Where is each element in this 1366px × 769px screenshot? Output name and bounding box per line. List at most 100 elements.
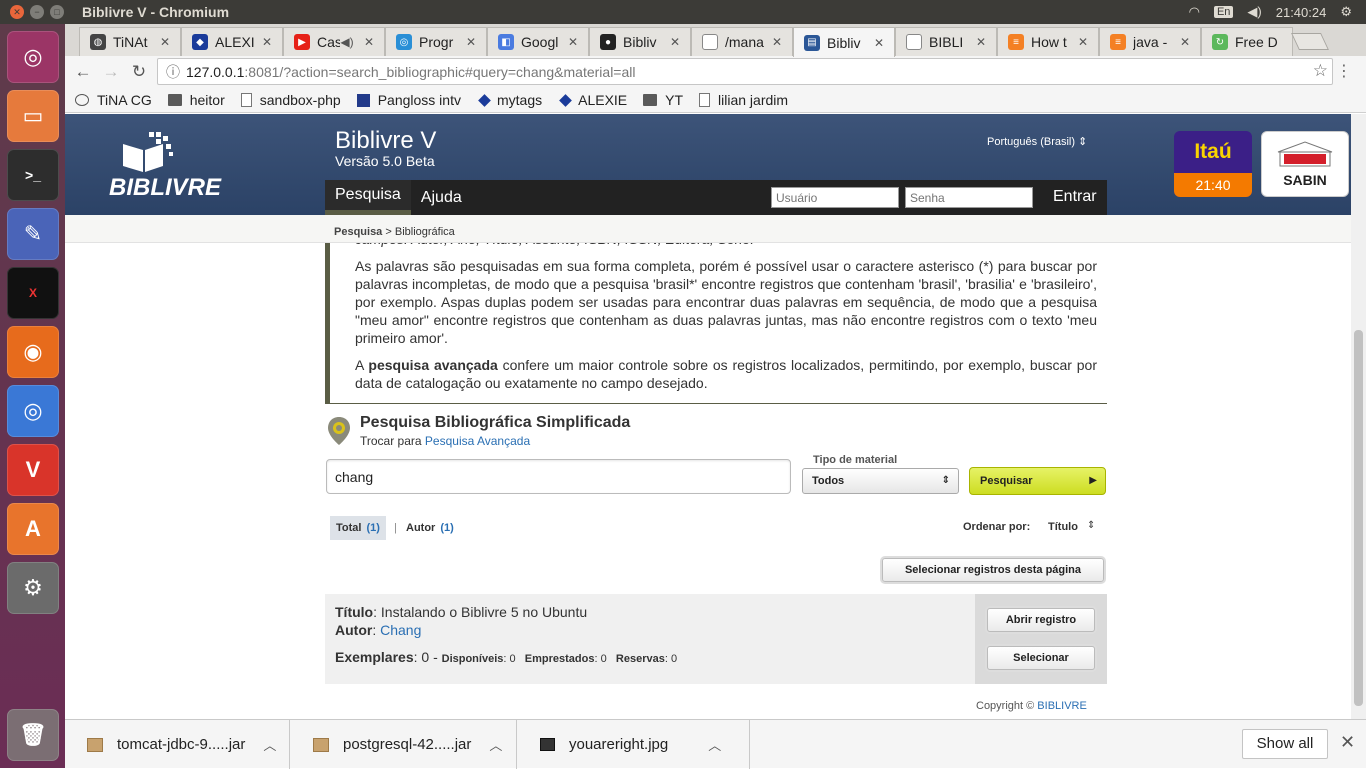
tab-active[interactable]: ▤ Bibliv ✕ — [793, 27, 895, 57]
bookmark-item[interactable]: mytags — [477, 92, 542, 108]
reload-icon[interactable]: ↻ — [125, 62, 153, 82]
vivaldi-icon[interactable]: V — [7, 444, 59, 496]
username-input[interactable] — [771, 187, 899, 208]
info-icon[interactable]: ⓘ — [166, 62, 180, 82]
download-item[interactable]: tomcat-jdbc-9.....jar ︿ — [65, 720, 290, 769]
tab[interactable]: ◍ TiNAt ✕ — [79, 27, 181, 56]
material-type-label: Tipo de material — [813, 454, 898, 466]
download-item[interactable]: postgresql-42.....jar ︿ — [291, 720, 517, 769]
chevron-up-icon[interactable]: ︿ — [708, 735, 721, 754]
text-editor-icon[interactable]: ✎ — [7, 208, 59, 260]
scrollbar-thumb[interactable] — [1354, 330, 1363, 706]
bookmark-folder[interactable]: heitor — [167, 92, 225, 108]
tab-close-icon[interactable]: ✕ — [872, 36, 886, 50]
tab[interactable]: ◆ ALEXI ✕ — [181, 27, 283, 56]
tab[interactable]: ● Bibliv ✕ — [589, 27, 691, 56]
select-record-button[interactable]: Selecionar — [987, 646, 1095, 670]
tab-close-icon[interactable]: ✕ — [1076, 35, 1090, 49]
tab[interactable]: BIBLI ✕ — [895, 27, 997, 56]
show-all-downloads-button[interactable]: Show all — [1242, 729, 1328, 759]
sort-select[interactable]: Título — [1048, 521, 1078, 533]
forward-arrow-icon[interactable]: → — [97, 62, 125, 82]
close-icon[interactable]: ✕ — [1340, 732, 1355, 753]
wifi-icon[interactable]: ◠ — [1189, 4, 1200, 20]
breadcrumb-current: Bibliográfica — [394, 226, 455, 238]
settings-gear-icon[interactable]: ⚙ — [1340, 4, 1352, 20]
software-center-icon[interactable]: A — [7, 503, 59, 555]
nav-help[interactable]: Ajuda — [411, 180, 472, 215]
window-maximize-button[interactable]: □ — [50, 5, 64, 19]
ubuntu-dash-icon[interactable]: ◎ — [7, 31, 59, 83]
xterm-icon[interactable]: X — [7, 267, 59, 319]
nav-search[interactable]: Pesquisa — [325, 180, 411, 215]
facet-total[interactable]: Total (1) — [330, 516, 386, 540]
facet-author[interactable]: Autor (1) — [406, 516, 454, 540]
search-input[interactable] — [326, 459, 791, 494]
biblivre-link[interactable]: BIBLIVRE — [1037, 700, 1087, 712]
volume-icon[interactable]: ◀) — [1247, 4, 1261, 20]
itau-badge[interactable]: Itaú 21:40 — [1174, 131, 1252, 197]
tab[interactable]: ◎ Progr ✕ — [385, 27, 487, 56]
page-icon — [699, 93, 711, 107]
tab[interactable]: ◧ Googl ✕ — [487, 27, 589, 56]
tab-close-icon[interactable]: ✕ — [158, 35, 172, 49]
chevron-up-icon[interactable]: ︿ — [489, 735, 502, 754]
material-type-select[interactable]: Todos ⇕ — [802, 468, 959, 494]
terminal-icon[interactable]: >_ — [7, 149, 59, 201]
book-logo-icon — [123, 132, 173, 172]
trash-icon[interactable]: 🗑 — [7, 709, 59, 761]
result-copies: Exemplares: 0 - Disponíveis: 0 Emprestad… — [335, 649, 678, 665]
tab-close-icon[interactable]: ✕ — [770, 35, 784, 49]
keyboard-layout-indicator[interactable]: En — [1213, 6, 1234, 18]
open-record-button[interactable]: Abrir registro — [987, 608, 1095, 632]
window-minimize-button[interactable]: − — [30, 5, 44, 19]
copyright: Copyright © BIBLIVRE — [976, 700, 1087, 712]
alexie-icon — [478, 93, 491, 107]
bookmark-item[interactable]: sandbox-php — [240, 92, 341, 108]
biblivre-logo[interactable]: BIBLIVRE — [109, 130, 221, 201]
tab[interactable]: ≡ How t ✕ — [997, 27, 1099, 56]
tab-close-icon[interactable]: ✕ — [464, 35, 478, 49]
tab[interactable]: ▶ Cas ◀) ✕ — [283, 27, 385, 56]
tab-close-icon[interactable]: ✕ — [1178, 35, 1192, 49]
bookmark-item[interactable]: TiNA CG — [75, 92, 152, 108]
back-arrow-icon[interactable]: ← — [69, 62, 97, 82]
tab[interactable]: ↻ Free D — [1201, 27, 1293, 56]
page-scrollbar[interactable] — [1351, 114, 1366, 719]
firefox-icon[interactable]: ◉ — [7, 326, 59, 378]
chevron-up-icon[interactable]: ︿ — [263, 735, 276, 754]
download-item[interactable]: youareright.jpg ︿ — [518, 720, 750, 769]
language-select[interactable]: Português (Brasil) ⇕ — [987, 135, 1087, 148]
sabin-badge[interactable]: SABIN — [1261, 131, 1349, 197]
tab[interactable]: ≡ java - ✕ — [1099, 27, 1201, 56]
breadcrumb-root[interactable]: Pesquisa — [334, 226, 382, 238]
new-tab-button[interactable] — [1291, 33, 1329, 50]
browser-menu-icon[interactable]: ⋮ — [1336, 61, 1352, 81]
bookmark-folder[interactable]: YT — [643, 92, 683, 108]
address-bar[interactable]: ⓘ 127.0.0.1:8081/?action=search_bibliogr… — [157, 58, 1333, 85]
page-icon — [702, 34, 718, 50]
tab-close-icon[interactable]: ✕ — [566, 35, 580, 49]
select-page-records-button[interactable]: Selecionar registros desta página — [882, 558, 1104, 582]
tab-close-icon[interactable]: ✕ — [362, 35, 376, 49]
bookmark-item[interactable]: ALEXIE — [558, 92, 627, 108]
system-settings-icon[interactable]: ⚙ — [7, 562, 59, 614]
login-button[interactable]: Entrar — [1053, 188, 1097, 206]
bookmark-item[interactable]: Pangloss intv — [356, 92, 461, 108]
files-icon[interactable]: ▭ — [7, 90, 59, 142]
tab[interactable]: /mana ✕ — [691, 27, 793, 56]
chromium-icon[interactable]: ◎ — [7, 385, 59, 437]
biblivre-header: BIBLIVRE Biblivre V Versão 5.0 Beta Port… — [65, 114, 1351, 215]
advanced-search-link[interactable]: Pesquisa Avançada — [425, 434, 530, 448]
tab-close-icon[interactable]: ✕ — [668, 35, 682, 49]
tab-close-icon[interactable]: ✕ — [260, 35, 274, 49]
window-close-button[interactable]: ✕ — [10, 5, 24, 19]
clock[interactable]: 21:40:24 — [1276, 5, 1327, 20]
tab-close-icon[interactable]: ✕ — [974, 35, 988, 49]
bookmark-item[interactable]: lilian jardim — [699, 92, 788, 108]
author-link[interactable]: Chang — [380, 622, 421, 638]
bookmark-star-icon[interactable]: ☆ — [1313, 61, 1328, 81]
password-input[interactable] — [905, 187, 1033, 208]
tab-audio-icon[interactable]: ◀) — [340, 35, 354, 49]
search-button[interactable]: Pesquisar ▶ — [969, 467, 1106, 495]
